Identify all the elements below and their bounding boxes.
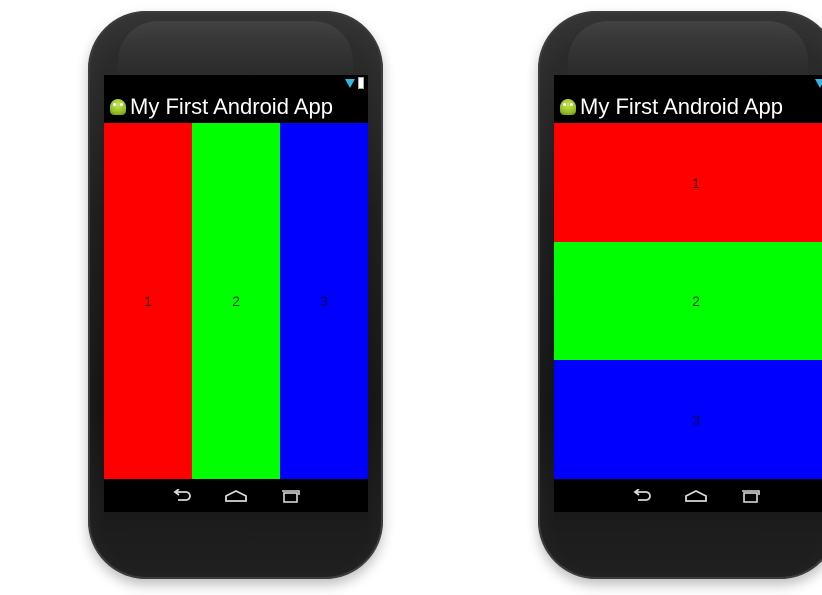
- back-icon: [633, 488, 651, 501]
- phone-left: My First Android App 1 2 3: [88, 11, 383, 579]
- content-area: 1 2 3: [554, 123, 822, 479]
- panel-3: 3: [554, 360, 822, 479]
- screenshot-scene: My First Android App 1 2 3 My First Andr…: [0, 0, 822, 595]
- home-icon: [225, 489, 247, 502]
- panel-3: 3: [280, 123, 368, 479]
- back-button[interactable]: [626, 484, 658, 508]
- phone-right: My First Android App 1 2 3: [538, 11, 822, 579]
- home-button[interactable]: [680, 484, 712, 508]
- back-icon: [173, 488, 191, 501]
- panel-2: 2: [192, 123, 280, 479]
- phone-screen: My First Android App 1 2 3: [554, 75, 822, 519]
- panel-1: 1: [104, 123, 192, 479]
- android-icon: [560, 98, 576, 115]
- screen-bottom-strip: [554, 512, 822, 519]
- panel-label: 2: [692, 293, 700, 309]
- wifi-icon: [815, 78, 822, 88]
- screen-bottom-strip: [104, 512, 368, 519]
- navigation-bar: [104, 479, 368, 512]
- status-bar: [104, 75, 368, 90]
- navigation-bar: [554, 479, 822, 512]
- panel-label: 1: [144, 293, 152, 309]
- panel-label: 1: [692, 174, 700, 191]
- recent-apps-button[interactable]: [734, 484, 766, 508]
- panel-1: 1: [554, 123, 822, 242]
- panel-label: 2: [232, 293, 240, 309]
- wifi-icon: [345, 78, 355, 88]
- status-icons: [815, 77, 822, 89]
- recent-apps-icon: [742, 489, 760, 503]
- recent-apps-button[interactable]: [274, 484, 306, 508]
- app-title: My First Android App: [130, 93, 333, 119]
- phone-screen: My First Android App 1 2 3: [104, 75, 368, 519]
- app-title: My First Android App: [580, 93, 783, 119]
- panel-2: 2: [554, 242, 822, 360]
- content-area: 1 2 3: [104, 123, 368, 479]
- action-bar: My First Android App: [104, 90, 368, 123]
- recent-apps-icon: [282, 489, 300, 503]
- home-icon: [685, 489, 707, 502]
- battery-icon: [358, 77, 364, 89]
- home-button[interactable]: [220, 484, 252, 508]
- panel-label: 3: [692, 411, 700, 428]
- status-bar: [554, 75, 822, 90]
- back-button[interactable]: [166, 484, 198, 508]
- panel-label: 3: [320, 293, 328, 309]
- status-icons: [345, 77, 364, 89]
- action-bar: My First Android App: [554, 90, 822, 123]
- android-icon: [110, 98, 126, 115]
